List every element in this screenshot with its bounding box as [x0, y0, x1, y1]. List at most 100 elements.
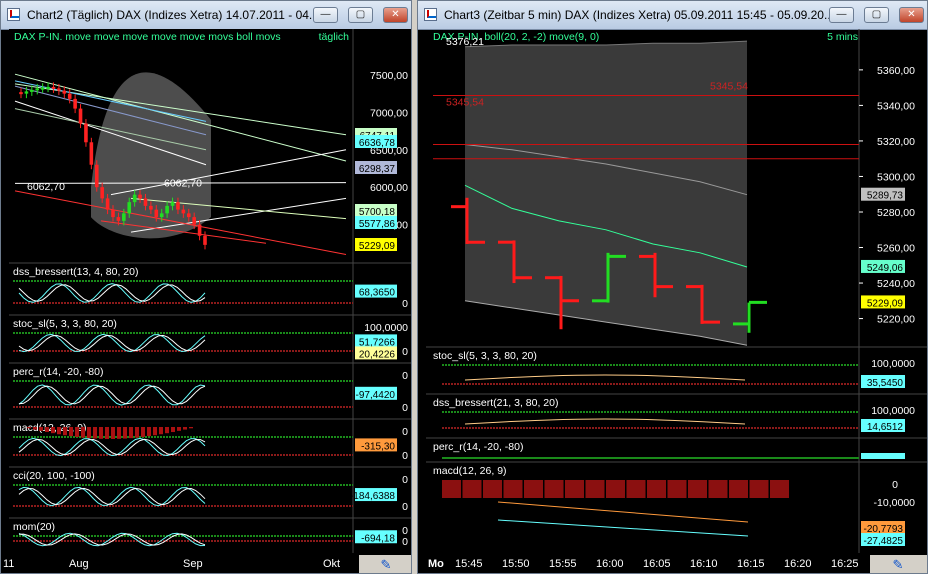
- price-tick: 5340,00: [877, 100, 915, 112]
- price-tick: 5300,00: [877, 171, 915, 183]
- candle-body-26: [159, 213, 164, 218]
- macd-histogram-bar: [159, 427, 163, 435]
- time-tick: 15:55: [549, 558, 577, 570]
- close-button[interactable]: ✕: [383, 7, 408, 23]
- panel-title: mom(20): [13, 521, 55, 533]
- chart-window-daily[interactable]: Chart2 (Täglich) DAX (Indizes Xetra) 14.…: [0, 0, 412, 574]
- macd-histogram-bar: [483, 480, 502, 498]
- macd-histogram-bar: [606, 480, 625, 498]
- candle-body-25: [154, 209, 159, 218]
- minimize-button[interactable]: —: [313, 7, 338, 23]
- pen-tool-icon: ✎: [381, 557, 392, 572]
- price-value-box: 5249,06: [867, 263, 904, 274]
- candle-body-14: [94, 164, 99, 188]
- macd-histogram-bar: [147, 427, 151, 437]
- minimize-button[interactable]: —: [829, 7, 854, 23]
- panel-zero-tick: 0: [402, 402, 408, 414]
- chart-app-icon: [424, 8, 437, 21]
- macd-histogram-bar: [117, 427, 121, 439]
- panel-zero-tick: 0: [402, 536, 408, 548]
- candle-body-9: [67, 93, 72, 99]
- title-bar[interactable]: Chart3 (Zeitbar 5 min) DAX (Indizes Xetr…: [418, 1, 927, 30]
- panel-value-box: -315,30: [361, 441, 395, 452]
- macd-histogram-bar: [93, 427, 97, 439]
- macd-histogram-bar: [177, 427, 181, 431]
- time-tick: 15:45: [455, 558, 483, 570]
- chart-window-5min[interactable]: Chart3 (Zeitbar 5 min) DAX (Indizes Xetr…: [417, 0, 928, 574]
- time-tick: 16:10: [690, 558, 718, 570]
- macd-histogram-bar: [63, 427, 67, 436]
- time-tick: Aug: [69, 558, 89, 570]
- price-tick: 5260,00: [877, 243, 915, 255]
- price-value-box: 5577,86: [359, 219, 396, 230]
- candle-body-10: [73, 98, 77, 109]
- panel-value-box-2: 20,4226: [359, 349, 396, 360]
- candle-body-0: [19, 92, 23, 95]
- macd-histogram-bar: [626, 480, 646, 498]
- candle-body-34: [203, 235, 207, 245]
- panel-value-box-2: -27,4825: [864, 536, 904, 547]
- macd-histogram-bar: [544, 480, 564, 498]
- macd-histogram-bar: [585, 480, 605, 498]
- macd-histogram-bar: [647, 480, 666, 498]
- price-tick: 5240,00: [877, 278, 915, 290]
- price-tick: 5360,00: [877, 65, 915, 77]
- price-value-box: 5229,09: [867, 298, 904, 309]
- price-value-box: 5229,09: [359, 241, 396, 252]
- time-tick: 11: [3, 558, 14, 570]
- intraday-chart-canvas[interactable]: DAX P-IN. boll(20, 2, -2) move(9, 0) 5 mi…: [418, 29, 928, 574]
- macd-histogram-bar: [189, 427, 193, 429]
- macd-histogram-bar: [770, 480, 789, 498]
- macd-signal-line: [497, 501, 749, 523]
- price-tick: 6000,00: [370, 182, 408, 194]
- macd-histogram-bar: [183, 427, 187, 430]
- panel-zero-tick: 0: [402, 450, 408, 462]
- candle-body-28: [170, 202, 175, 206]
- price-tick: 5280,00: [877, 207, 915, 219]
- macd-histogram-bar: [51, 427, 55, 434]
- chart-header: DAX P-IN. move move move move move movs …: [14, 31, 281, 43]
- panel-title: perc_r(14, -20, -80): [433, 441, 523, 453]
- window-title: Chart2 (Täglich) DAX (Indizes Xetra) 14.…: [27, 8, 323, 22]
- candle-body-12: [84, 123, 88, 143]
- time-axis: [1, 553, 411, 573]
- panel-value-box: 68,3650: [359, 288, 396, 299]
- macd-histogram-bar: [165, 427, 169, 434]
- price-tick: 7000,00: [370, 107, 408, 119]
- maximize-button[interactable]: ▢: [348, 7, 373, 23]
- maximize-button[interactable]: ▢: [864, 7, 889, 23]
- title-bar[interactable]: Chart2 (Täglich) DAX (Indizes Xetra) 14.…: [1, 1, 411, 30]
- close-button[interactable]: ✕: [899, 7, 924, 23]
- candle-body-18: [116, 217, 121, 221]
- macd-histogram-bar: [45, 427, 49, 433]
- candle-body-6: [51, 86, 56, 89]
- panel-title: dss_bressert(13, 4, 80, 20): [13, 266, 138, 278]
- daily-chart-canvas[interactable]: DAX P-IN. move move move move move movs …: [1, 29, 412, 574]
- panel-top-tick: 0: [402, 370, 408, 382]
- macd-histogram-bar: [81, 427, 85, 438]
- macd-histogram-bar: [27, 427, 31, 429]
- perc-r-value-box: [861, 453, 905, 459]
- macd-histogram-bar: [33, 427, 37, 430]
- time-tick: Sep: [183, 558, 203, 570]
- band-high-label: 5376,21: [446, 36, 484, 48]
- candle-body-23: [143, 198, 148, 206]
- panel-top-tick: 100,0000: [871, 358, 915, 370]
- signal-line: [18, 334, 206, 352]
- panel-value-box: 14,6512: [867, 422, 904, 433]
- panel-title: perc_r(14, -20, -80): [13, 366, 103, 378]
- panel-value-box: 35,5450: [867, 378, 904, 389]
- panel-top-tick: 0: [402, 474, 408, 486]
- time-tick: 16:05: [643, 558, 671, 570]
- oscillator-line: [18, 486, 206, 507]
- candle-body-15: [100, 187, 104, 199]
- macd-histogram-bar: [503, 480, 523, 498]
- oscillator-line: [18, 333, 206, 353]
- panel-title: stoc_sl(5, 3, 3, 80, 20): [433, 350, 537, 362]
- panel-title: dss_bressert(21, 3, 80, 20): [433, 397, 558, 409]
- time-tick: 16:15: [737, 558, 765, 570]
- candle-body-21: [132, 194, 137, 203]
- candle-body-29: [176, 202, 180, 210]
- macd-histogram-bar: [171, 427, 175, 433]
- macd-histogram-bar: [153, 427, 157, 436]
